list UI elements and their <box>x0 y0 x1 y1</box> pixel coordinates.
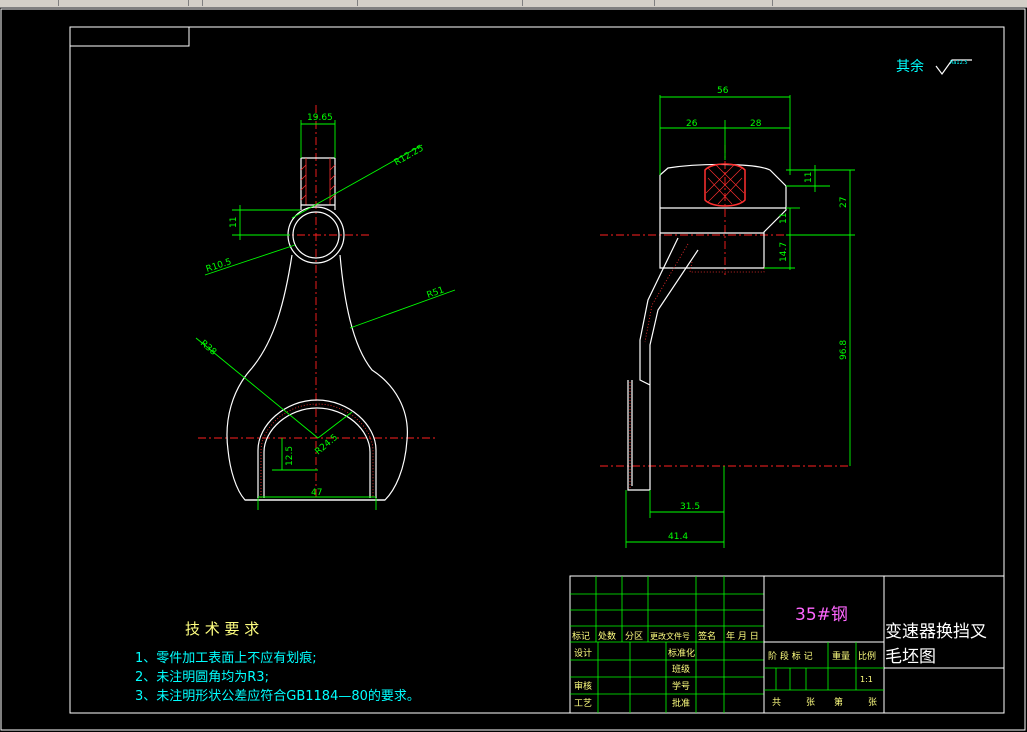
sheet-no-label: 第 <box>834 696 843 708</box>
dim-d11b: 11 <box>779 213 789 224</box>
title-block: 35#钢 变速器换挡叉 毛坯图 标记 处数 分区 更改文件号 签名 年 月 日 … <box>569 575 1005 714</box>
weight-label: 重量 <box>832 650 850 662</box>
stage-label: 阶 段 标 记 <box>768 650 813 662</box>
scale-value: 1:1 <box>860 675 873 684</box>
tech-item-2: 2、未注明圆角均为R3; <box>135 670 269 685</box>
row-standard: 标准化 <box>668 647 695 659</box>
dim-hole-radius: R12.25 <box>393 144 426 169</box>
dim-top-width: 19.65 <box>307 113 333 123</box>
row-check: 审核 <box>574 680 592 692</box>
col-label-count: 处数 <box>598 630 616 642</box>
row-design: 设计 <box>574 647 592 659</box>
dim-h125: 12.5 <box>285 446 295 466</box>
sheet-no-unit: 张 <box>868 697 877 708</box>
dim-r51: R51 <box>426 285 446 300</box>
col-label-changedoc: 更改文件号 <box>650 631 690 641</box>
drawing-number-box <box>69 26 190 47</box>
outer-frame <box>0 8 1026 731</box>
sheet-total-label: 共 <box>772 697 781 708</box>
row-approve: 批准 <box>672 697 690 709</box>
dim-d315: 31.5 <box>680 502 700 512</box>
dim-neck-height: 11 <box>229 217 239 228</box>
surface-note-label: 其余 <box>896 58 924 75</box>
dim-r24: R24.5 <box>314 433 341 458</box>
col-label-sign: 签名 <box>698 630 716 642</box>
front-view: 19.65 R12.25 11 R10.5 R51 R38 R24.5 12.5… <box>195 105 456 510</box>
row-class: 班级 <box>672 663 690 675</box>
dim-d147: 14.7 <box>779 242 789 262</box>
dim-d414: 41.4 <box>668 532 688 542</box>
scale-label: 比例 <box>858 650 876 662</box>
col-label-date: 年 月 日 <box>726 630 759 642</box>
side-view: 56 26 28 11 27 11 14.7 96.8 31.5 41.4 <box>600 86 855 548</box>
col-label-mark: 标记 <box>572 630 590 642</box>
tech-title: 技 术 要 求 <box>185 620 259 638</box>
material-label: 35#钢 <box>795 605 848 625</box>
dim-d27: 27 <box>839 197 849 208</box>
sheet-total-unit: 张 <box>806 697 815 708</box>
row-id: 学号 <box>672 680 690 692</box>
dim-left-26: 26 <box>686 119 698 129</box>
cad-drawing-canvas[interactable]: 其余 Ra12.5 19.65 R12.25 11 R10.5 R51 R38 … <box>0 0 1027 732</box>
tech-item-1: 1、零件加工表面上不应有划痕; <box>135 650 317 666</box>
dim-right-28: 28 <box>750 119 762 129</box>
inner-frame <box>69 26 1005 714</box>
dim-w47: 47 <box>311 488 322 498</box>
part-name-line2: 毛坯图 <box>885 647 936 667</box>
row-process: 工艺 <box>574 698 592 709</box>
col-label-zone: 分区 <box>625 631 643 642</box>
tech-item-3: 3、未注明形状公差应符合GB1184—80的要求。 <box>135 688 420 704</box>
dim-total-56: 56 <box>717 86 729 96</box>
roughness-value: Ra12.5 <box>950 60 968 66</box>
dim-d968: 96.8 <box>839 340 849 360</box>
part-name-line1: 变速器换挡叉 <box>885 622 987 642</box>
dim-r38: R38 <box>198 339 218 358</box>
dim-d11: 11 <box>804 172 814 183</box>
dim-r-small: R10.5 <box>205 257 233 275</box>
